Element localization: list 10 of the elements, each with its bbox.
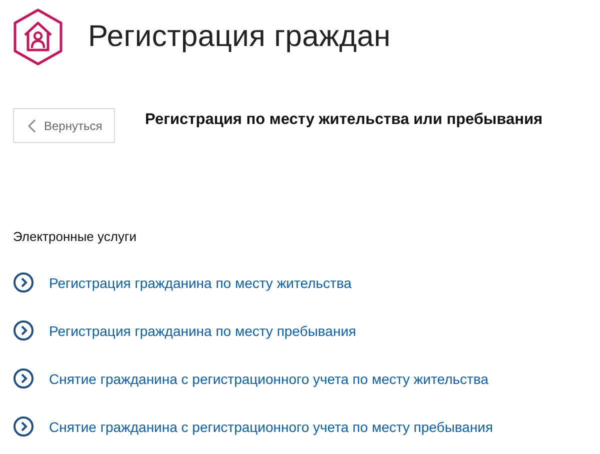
service-link[interactable]: Снятие гражданина с регистрационного учета по месту пребывания [13,416,493,437]
page-title: Регистрация по месту жительства или пребывания [145,110,543,128]
house-person-logo-icon [12,8,64,66]
service-link[interactable]: Снятие гражданина с регистрационного учета по месту жительства [13,368,488,389]
page-header-title: Регистрация граждан [88,20,391,54]
chevron-left-icon [28,118,36,132]
service-link[interactable]: Регистрация гражданина по месту жительства [13,272,352,293]
back-button[interactable]: Вернуться [13,108,115,143]
service-link[interactable]: Регистрация гражданина по месту пребывания [13,320,356,341]
section-title: Электронные услуги [13,229,138,244]
